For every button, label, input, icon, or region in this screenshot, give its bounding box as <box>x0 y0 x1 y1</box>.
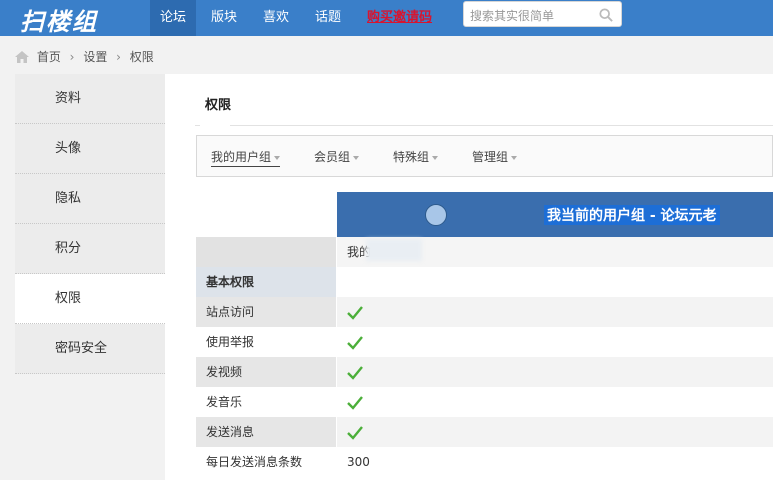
breadcrumb-separator: › <box>116 49 121 64</box>
row-value <box>337 267 773 297</box>
breadcrumb-permissions: 权限 <box>129 49 154 64</box>
table-row: 发视频 <box>196 357 773 387</box>
sidebar-item-avatar[interactable]: 头像 <box>15 124 165 174</box>
breadcrumb-separator: › <box>69 49 75 64</box>
title-divider-notch <box>200 124 230 127</box>
table-row: 发音乐 <box>196 387 773 417</box>
chevron-down-icon <box>274 155 281 160</box>
breadcrumb: 首页 › 设置 › 权限 <box>14 44 154 68</box>
tab-member-groups[interactable]: 会员组 <box>314 148 360 165</box>
chevron-down-icon <box>353 155 360 160</box>
tab-my-usergroup[interactable]: 我的用户组 <box>211 148 281 167</box>
tab-label: 我的用户组 <box>211 150 272 164</box>
home-icon <box>15 50 29 63</box>
tab-label: 会员组 <box>314 150 351 164</box>
table-row: 我的 <box>196 237 773 267</box>
breadcrumb-home[interactable]: 首页 <box>37 45 61 69</box>
main-panel: 权限 我的用户组 会员组 特殊组 管理组 我当前的用户组 - 论坛元老 我的 基… <box>165 74 773 480</box>
search-icon[interactable] <box>599 8 613 22</box>
section-header-row: 基本权限 <box>196 267 773 297</box>
check-icon <box>347 305 363 320</box>
nav-sections[interactable]: 版块 <box>201 0 247 36</box>
search-input[interactable]: 搜索其实很简单 <box>470 7 554 24</box>
tab-label: 管理组 <box>472 150 509 164</box>
page-title: 权限 <box>205 98 232 113</box>
search-box[interactable]: 搜索其实很简单 <box>463 1 622 27</box>
tab-admin-groups[interactable]: 管理组 <box>472 148 518 165</box>
sidebar-item-credits[interactable]: 积分 <box>15 224 165 274</box>
settings-sidebar: 资料 头像 隐私 积分 权限 密码安全 <box>15 74 165 374</box>
sidebar-item-profile[interactable]: 资料 <box>15 74 165 124</box>
blurred-region <box>366 239 422 261</box>
table-row: 使用举报 <box>196 327 773 357</box>
check-icon <box>347 395 363 410</box>
current-usergroup-label: 我当前的用户组 - 论坛元老 <box>544 205 720 225</box>
row-value <box>337 417 773 447</box>
site-logo[interactable]: 扫楼组 <box>20 2 98 37</box>
row-value <box>337 297 773 327</box>
chevron-down-icon <box>432 155 439 160</box>
row-label: 站点访问 <box>196 297 336 327</box>
sidebar-item-permissions[interactable]: 权限 <box>15 274 165 324</box>
row-label: 发视频 <box>196 357 336 387</box>
nav-buy-invite-code[interactable]: 购买邀请码 <box>357 0 442 36</box>
row-label: 发音乐 <box>196 387 336 417</box>
check-icon <box>347 335 363 350</box>
nav-forum[interactable]: 论坛 <box>150 0 197 36</box>
row-label <box>196 237 336 267</box>
avatar <box>425 204 447 226</box>
top-navbar: 扫楼组 论坛 版块 喜欢 话题 购买邀请码 搜索其实很简单 <box>0 0 773 36</box>
nav-likes[interactable]: 喜欢 <box>253 0 299 36</box>
usergroup-tabs: 我的用户组 会员组 特殊组 管理组 <box>196 135 773 177</box>
row-value <box>337 327 773 357</box>
table-row: 每日发送消息条数 300 <box>196 447 773 477</box>
tab-label: 特殊组 <box>393 150 430 164</box>
row-label: 每日发送消息条数 <box>196 447 336 477</box>
row-label: 发送消息 <box>196 417 336 447</box>
row-value <box>337 387 773 417</box>
row-value: 300 <box>337 447 773 477</box>
sidebar-item-password-security[interactable]: 密码安全 <box>15 324 165 374</box>
table-row: 站点访问 <box>196 297 773 327</box>
nav-topics[interactable]: 话题 <box>305 0 351 36</box>
check-icon <box>347 425 363 440</box>
table-row: 发送消息 <box>196 417 773 447</box>
row-label: 使用举报 <box>196 327 336 357</box>
breadcrumb-settings[interactable]: 设置 <box>83 45 107 69</box>
check-icon <box>347 365 363 380</box>
chevron-down-icon <box>511 155 518 160</box>
row-value <box>337 357 773 387</box>
tab-special-groups[interactable]: 特殊组 <box>393 148 439 165</box>
sidebar-item-privacy[interactable]: 隐私 <box>15 174 165 224</box>
section-header: 基本权限 <box>196 267 336 297</box>
usergroup-banner: 我当前的用户组 - 论坛元老 <box>337 192 773 237</box>
title-divider <box>195 125 773 126</box>
